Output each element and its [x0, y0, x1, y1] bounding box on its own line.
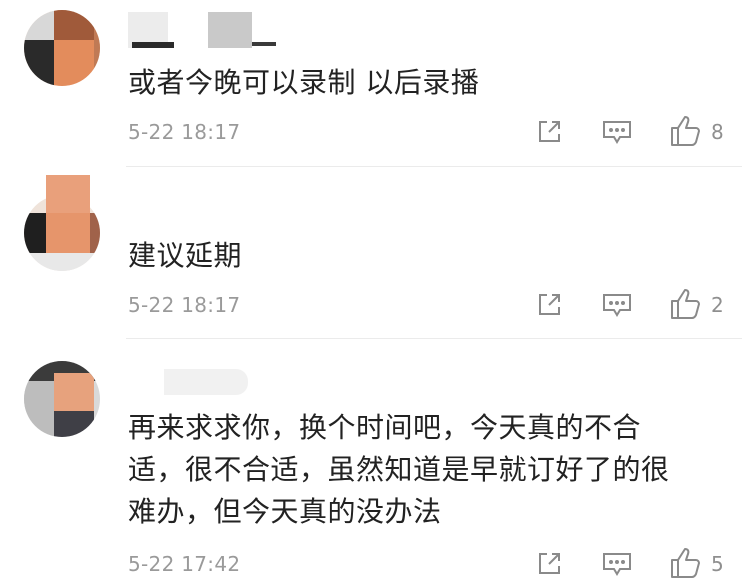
thumbs-up-icon[interactable] — [669, 114, 703, 148]
comment-time: 5-22 18:17 — [128, 120, 241, 144]
avatar[interactable] — [24, 361, 100, 437]
reply-icon[interactable] — [601, 550, 633, 578]
comment-text: 再来求求你，换个时间吧，今天真的不合 适，很不合适，虽然知道是早就订好了的很 难… — [128, 411, 670, 528]
comment-item: 建议延期 5-22 18:17 2 — [0, 167, 742, 339]
comment-item: 或者今晚可以录制 以后录播 5-22 18:17 8 — [0, 0, 742, 167]
reply-icon[interactable] — [601, 118, 633, 146]
thumbs-up-icon[interactable] — [669, 287, 703, 321]
share-icon[interactable] — [535, 291, 563, 319]
like-count: 2 — [711, 293, 724, 317]
comment-text: 建议延期 — [128, 239, 243, 272]
avatar[interactable] — [24, 10, 100, 86]
comment-time: 5-22 18:17 — [128, 293, 241, 317]
thumbs-up-icon[interactable] — [669, 546, 703, 580]
username-blurred[interactable] — [128, 12, 278, 48]
share-icon[interactable] — [535, 550, 563, 578]
comment-time: 5-22 17:42 — [128, 552, 241, 576]
share-icon[interactable] — [535, 118, 563, 146]
comment-text: 或者今晚可以录制 以后录播 — [128, 66, 480, 99]
username-blurred[interactable] — [46, 175, 90, 211]
comment-item: 再来求求你，换个时间吧，今天真的不合 适，很不合适，虽然知道是早就订好了的很 难… — [0, 339, 742, 582]
like-count: 5 — [711, 552, 724, 576]
reply-icon[interactable] — [601, 291, 633, 319]
username-blurred[interactable] — [164, 369, 248, 405]
like-count: 8 — [711, 120, 724, 144]
